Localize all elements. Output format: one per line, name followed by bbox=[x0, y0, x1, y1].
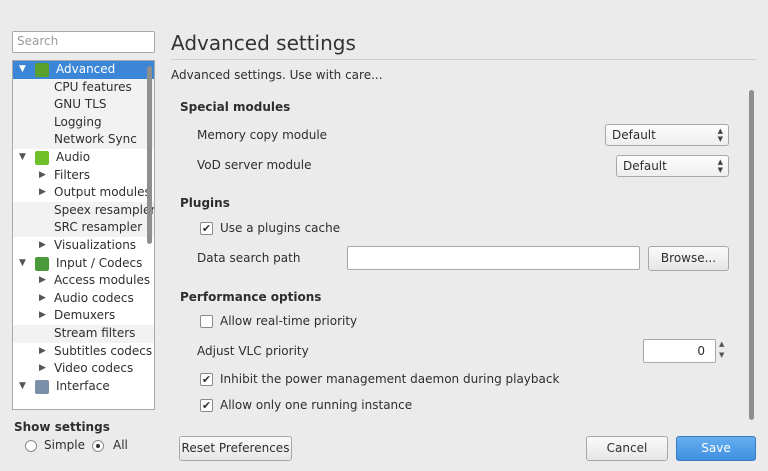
tree-item-label: Subtitles codecs bbox=[54, 343, 153, 358]
advanced-chip-icon bbox=[35, 63, 49, 77]
inhibit-power-checkbox[interactable]: ✔ bbox=[200, 373, 213, 386]
tree-item-label: Demuxers bbox=[54, 308, 116, 323]
use-plugins-cache-label[interactable]: Use a plugins cache bbox=[220, 221, 340, 235]
tree-item-label: Filters bbox=[54, 167, 90, 182]
tree-item-speex-resampler[interactable]: Speex resampler bbox=[13, 201, 155, 220]
all-radio-label[interactable]: All bbox=[113, 438, 128, 452]
search-input[interactable]: Search bbox=[12, 31, 155, 53]
tree-item-stream-filters[interactable]: Stream filters bbox=[13, 324, 154, 343]
realtime-priority-checkbox[interactable] bbox=[200, 315, 213, 328]
performance-heading: Performance options bbox=[180, 290, 322, 304]
memory-copy-label: Memory copy module bbox=[197, 128, 328, 142]
expand-arrow-icon[interactable]: ▼ bbox=[19, 149, 26, 167]
input-codecs-icon bbox=[35, 256, 49, 271]
page-subtitle: Advanced settings. Use with care... bbox=[171, 68, 383, 82]
tree-item-label: Speex resampler bbox=[54, 202, 155, 217]
collapse-arrow-icon[interactable]: ▶ bbox=[39, 237, 46, 255]
tree-item-filters[interactable]: ▶ Filters bbox=[13, 167, 154, 185]
realtime-priority-label[interactable]: Allow real-time priority bbox=[220, 314, 357, 328]
special-modules-heading: Special modules bbox=[180, 100, 291, 114]
tree-item-label: Interface bbox=[56, 378, 110, 393]
page-title: Advanced settings bbox=[171, 31, 356, 55]
interface-icon bbox=[35, 379, 49, 394]
tree-item-label: Video codecs bbox=[54, 361, 134, 376]
expand-arrow-icon[interactable]: ▼ bbox=[19, 255, 26, 273]
expand-arrow-icon[interactable]: ▼ bbox=[19, 61, 26, 79]
tree-item-advanced[interactable]: ▼ Advanced bbox=[13, 61, 154, 79]
collapse-arrow-icon[interactable]: ▶ bbox=[39, 360, 46, 378]
save-button[interactable]: Save bbox=[676, 436, 756, 461]
search-placeholder: Search bbox=[17, 34, 59, 48]
inhibit-power-label[interactable]: Inhibit the power management daemon duri… bbox=[220, 372, 559, 386]
tree-item-label: Audio bbox=[56, 149, 91, 164]
check-icon: ✔ bbox=[201, 373, 212, 386]
expand-arrow-icon[interactable]: ▼ bbox=[19, 378, 26, 396]
priority-spinbox[interactable]: 0 bbox=[643, 339, 716, 363]
use-plugins-cache-checkbox[interactable]: ✔ bbox=[200, 222, 213, 235]
tree-item-interface[interactable]: ▼ Interface bbox=[13, 378, 154, 396]
plugins-heading: Plugins bbox=[180, 196, 230, 210]
adjust-priority-label: Adjust VLC priority bbox=[197, 344, 309, 358]
memory-copy-select[interactable]: Default ▲ ▼ bbox=[605, 124, 729, 146]
tree-item-output-modules[interactable]: ▶ Output modules bbox=[13, 184, 154, 202]
collapse-arrow-icon[interactable]: ▶ bbox=[39, 307, 46, 325]
simple-radio-label[interactable]: Simple bbox=[44, 438, 85, 452]
collapse-arrow-icon[interactable]: ▶ bbox=[39, 167, 46, 185]
reset-preferences-button[interactable]: Reset Preferences bbox=[179, 436, 292, 461]
one-instance-label[interactable]: Allow only one running instance bbox=[220, 398, 412, 412]
settings-scrollbar[interactable] bbox=[749, 90, 754, 420]
tree-item-label: Logging bbox=[54, 114, 102, 129]
tree-item-src-resampler[interactable]: SRC resampler bbox=[13, 219, 154, 237]
all-radio[interactable] bbox=[92, 440, 104, 452]
tree-item-video-codecs[interactable]: ▶ Video codecs bbox=[13, 360, 154, 378]
tree-item-label: Output modules bbox=[54, 185, 151, 200]
check-icon: ✔ bbox=[201, 222, 212, 235]
data-search-path-input[interactable] bbox=[347, 246, 640, 270]
title-divider bbox=[171, 59, 756, 60]
vod-server-value: Default bbox=[623, 159, 667, 173]
tree-item-label: Audio codecs bbox=[54, 290, 134, 305]
memory-copy-value: Default bbox=[612, 128, 656, 142]
browse-button[interactable]: Browse... bbox=[648, 246, 729, 271]
tree-item-label: SRC resampler bbox=[54, 220, 143, 235]
tree-item-input-codecs[interactable]: ▼ Input / Codecs bbox=[13, 255, 154, 273]
cancel-button[interactable]: Cancel bbox=[586, 436, 668, 461]
spin-arrows-icon[interactable]: ▲ ▼ bbox=[719, 339, 724, 361]
tree-item-label: CPU features bbox=[54, 79, 132, 94]
tree-item-visualizations[interactable]: ▶ Visualizations bbox=[13, 237, 154, 255]
collapse-arrow-icon[interactable]: ▶ bbox=[39, 343, 46, 361]
tree-item-label: Visualizations bbox=[54, 237, 137, 252]
tree-item-audio-codecs[interactable]: ▶ Audio codecs bbox=[13, 290, 154, 308]
tree-item-label: Input / Codecs bbox=[56, 255, 143, 270]
audio-note-icon bbox=[35, 150, 49, 165]
tree-item-label: Stream filters bbox=[54, 325, 136, 340]
tree-item-label: Access modules bbox=[54, 273, 151, 288]
tree-item-label: GNU TLS bbox=[54, 97, 107, 112]
collapse-arrow-icon[interactable]: ▶ bbox=[39, 184, 46, 202]
one-instance-checkbox[interactable]: ✔ bbox=[200, 399, 213, 412]
check-icon: ✔ bbox=[201, 399, 212, 412]
tree-item-audio[interactable]: ▼ Audio bbox=[13, 149, 154, 167]
tree-item-access-modules[interactable]: ▶ Access modules bbox=[13, 272, 154, 290]
select-arrows-icon: ▲ ▼ bbox=[717, 127, 723, 143]
collapse-arrow-icon[interactable]: ▶ bbox=[39, 290, 46, 308]
simple-radio[interactable] bbox=[25, 440, 37, 452]
show-settings-title: Show settings bbox=[14, 420, 110, 434]
collapse-arrow-icon[interactable]: ▶ bbox=[39, 272, 46, 290]
tree-item-label: Advanced bbox=[56, 62, 116, 76]
select-arrows-icon: ▲ ▼ bbox=[717, 158, 723, 174]
tree-item-label: Network Sync bbox=[54, 132, 137, 147]
tree-item-demuxers[interactable]: ▶ Demuxers bbox=[13, 307, 154, 325]
vod-server-label: VoD server module bbox=[197, 158, 312, 172]
tree-item-cpu-features[interactable]: CPU features bbox=[13, 78, 154, 97]
tree-item-logging[interactable]: Logging bbox=[13, 113, 154, 132]
preferences-tree[interactable]: ▼ Advanced CPU features GNU TLS Logging Netwo… bbox=[12, 60, 155, 410]
priority-value: 0 bbox=[697, 344, 705, 358]
data-search-path-label: Data search path bbox=[197, 251, 301, 265]
tree-scrollbar[interactable] bbox=[147, 66, 152, 244]
vod-server-select[interactable]: Default ▲ ▼ bbox=[616, 155, 729, 177]
tree-item-subtitles-codecs[interactable]: ▶ Subtitles codecs bbox=[13, 343, 154, 361]
tree-item-gnu-tls[interactable]: GNU TLS bbox=[13, 96, 154, 114]
tree-item-network-sync[interactable]: Network Sync bbox=[13, 131, 154, 149]
